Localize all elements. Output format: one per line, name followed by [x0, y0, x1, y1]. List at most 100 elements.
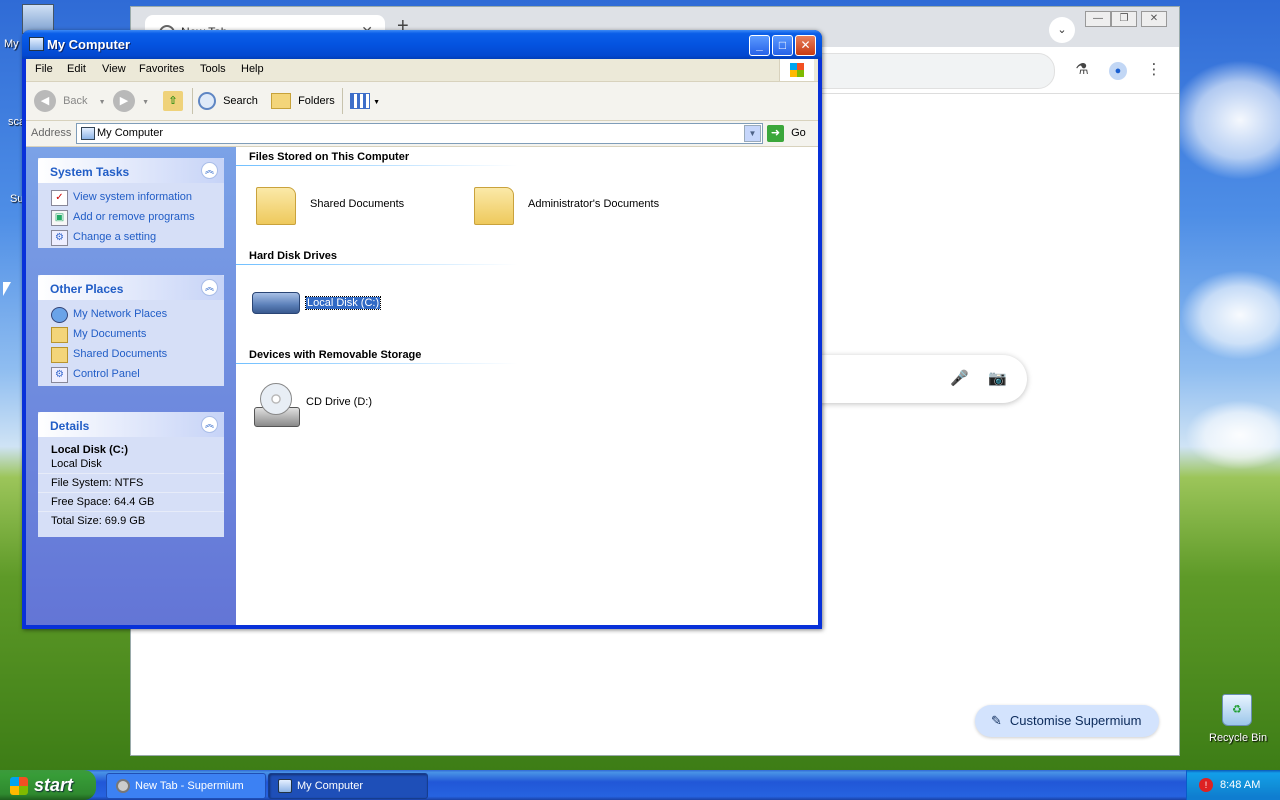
address-bar: Address My Computer ▼ ➜ Go — [26, 121, 818, 147]
window-titlebar[interactable]: My Computer _ □ ✕ — [22, 30, 822, 59]
menu-help[interactable]: Help — [241, 63, 264, 75]
minimize-button[interactable]: _ — [749, 35, 770, 56]
pencil-icon: ✎ — [991, 713, 1002, 728]
views-dropdown-icon: ▼ — [373, 99, 380, 106]
place-label: Shared Documents — [73, 348, 168, 360]
task-pane: System Tasks ︽ ✓ View system information … — [26, 147, 236, 625]
collapse-chevron-icon[interactable]: ︽ — [201, 162, 218, 179]
item-label: Administrator's Documents — [528, 198, 660, 210]
views-button[interactable]: ▼ — [350, 90, 380, 112]
group-divider — [236, 165, 518, 166]
window-title: My Computer — [47, 37, 131, 52]
back-dropdown-icon[interactable]: ▼ — [99, 99, 106, 106]
windows-flag-icon — [10, 777, 28, 796]
back-button[interactable]: ◀ Back ▼ — [34, 90, 106, 113]
maximize-button[interactable]: □ — [772, 35, 793, 56]
collapse-chevron-icon[interactable]: ︽ — [201, 416, 218, 433]
my-documents-link[interactable]: My Documents — [38, 324, 224, 344]
profile-avatar-icon[interactable]: ● — [1107, 59, 1129, 81]
folder-icon — [51, 347, 68, 363]
start-button[interactable]: start — [0, 770, 96, 800]
labs-flask-icon[interactable]: ⚗ — [1071, 59, 1093, 81]
system-tray: ! 8:48 AM — [1186, 770, 1280, 800]
item-label: Local Disk (C:) — [304, 296, 382, 310]
go-label: Go — [791, 127, 806, 139]
taskbar-button-label: My Computer — [297, 780, 364, 792]
system-info-icon: ✓ — [51, 190, 68, 206]
menu-view[interactable]: View — [102, 63, 126, 75]
item-label: CD Drive (D:) — [306, 396, 372, 408]
start-label: start — [34, 775, 74, 795]
local-disk-c-item[interactable]: Local Disk (C:) — [252, 282, 402, 326]
computer-icon — [29, 37, 44, 51]
shared-documents-link[interactable]: Shared Documents — [38, 344, 224, 364]
administrators-documents-item[interactable]: Administrator's Documents — [474, 183, 674, 227]
group-divider — [236, 264, 518, 265]
folder-icon — [256, 187, 296, 225]
add-remove-programs-icon: ▣ — [51, 210, 68, 226]
desktop-icon-label: My — [4, 38, 19, 50]
search-button[interactable]: Search — [198, 90, 258, 112]
cloud — [1180, 270, 1280, 360]
go-button[interactable]: ➜ Go — [767, 124, 806, 143]
taskbar: start New Tab - Supermium My Computer ! … — [0, 770, 1280, 800]
forward-dropdown-icon[interactable]: ▼ — [142, 99, 149, 106]
views-grid-icon — [350, 93, 370, 110]
tab-search-chevron-icon[interactable]: ⌄ — [1049, 17, 1075, 43]
my-network-places-link[interactable]: My Network Places — [38, 304, 224, 324]
forward-arrow-icon: ▶ — [113, 90, 135, 113]
browser-minimize-button[interactable]: — — [1085, 11, 1111, 27]
up-folder-button[interactable]: ⇧ — [163, 90, 183, 112]
browser-close-button[interactable]: ✕ — [1141, 11, 1167, 27]
mouse-cursor-icon — [3, 282, 11, 296]
explorer-toolbar: ◀ Back ▼ ▶ ▼ ⇧ Search Folders ▼ — [26, 82, 818, 121]
address-label: Address — [31, 127, 72, 139]
address-computer-icon — [81, 127, 95, 140]
taskbar-button-my-computer[interactable]: My Computer — [268, 773, 428, 799]
group-divider — [236, 363, 518, 364]
control-panel-icon: ⚙ — [51, 230, 68, 246]
menu-favorites[interactable]: Favorites — [139, 63, 184, 75]
task-label: Add or remove programs — [73, 211, 195, 223]
place-label: My Network Places — [73, 308, 168, 320]
change-setting-link[interactable]: ⚙ Change a setting — [38, 227, 224, 247]
address-dropdown-icon[interactable]: ▼ — [744, 125, 761, 142]
customise-button[interactable]: ✎ Customise Supermium — [975, 705, 1159, 737]
system-tasks-header[interactable]: System Tasks ︽ — [38, 158, 224, 183]
details-total-size: Total Size: 69.9 GB — [51, 515, 146, 527]
view-system-information-link[interactable]: ✓ View system information — [38, 187, 224, 207]
browser-icon — [116, 779, 130, 794]
back-label: Back — [63, 95, 88, 107]
control-panel-link[interactable]: ⚙ Control Panel — [38, 364, 224, 384]
add-remove-programs-link[interactable]: ▣ Add or remove programs — [38, 207, 224, 227]
recycle-bin-icon[interactable]: ♻ — [1222, 694, 1252, 726]
search-magnifier-icon — [198, 92, 216, 111]
details-header[interactable]: Details ︽ — [38, 412, 224, 437]
browser-restore-button[interactable]: ❐ — [1111, 11, 1137, 27]
image-search-camera-icon[interactable]: 📷 — [988, 369, 1007, 387]
close-button[interactable]: ✕ — [795, 35, 816, 56]
address-input[interactable]: My Computer ▼ — [76, 123, 763, 144]
other-places-header[interactable]: Other Places ︽ — [38, 275, 224, 300]
control-panel-icon: ⚙ — [51, 367, 68, 383]
shared-documents-item[interactable]: Shared Documents — [256, 183, 446, 227]
group-header: Files Stored on This Computer — [249, 151, 410, 163]
clock[interactable]: 8:48 AM — [1220, 770, 1260, 800]
customise-label: Customise Supermium — [1009, 713, 1142, 728]
folders-label: Folders — [298, 95, 335, 107]
details-panel: Details ︽ Local Disk (C:) Local Disk Fil… — [38, 412, 224, 537]
menu-file[interactable]: File — [35, 63, 53, 75]
voice-search-icon[interactable]: 🎤 — [950, 369, 969, 387]
cd-drive-d-item[interactable]: CD Drive (D:) — [252, 381, 402, 427]
details-file-system: File System: NTFS — [38, 474, 224, 493]
taskbar-button-browser[interactable]: New Tab - Supermium — [106, 773, 266, 799]
folders-button[interactable]: Folders — [271, 90, 335, 112]
folders-icon — [271, 93, 291, 110]
search-label: Search — [223, 95, 258, 107]
menu-tools[interactable]: Tools — [200, 63, 226, 75]
menu-edit[interactable]: Edit — [67, 63, 86, 75]
security-shield-icon[interactable]: ! — [1199, 778, 1213, 792]
collapse-chevron-icon[interactable]: ︽ — [201, 279, 218, 296]
browser-menu-icon[interactable]: ⋮ — [1143, 59, 1165, 81]
forward-button[interactable]: ▶ ▼ — [113, 90, 149, 113]
